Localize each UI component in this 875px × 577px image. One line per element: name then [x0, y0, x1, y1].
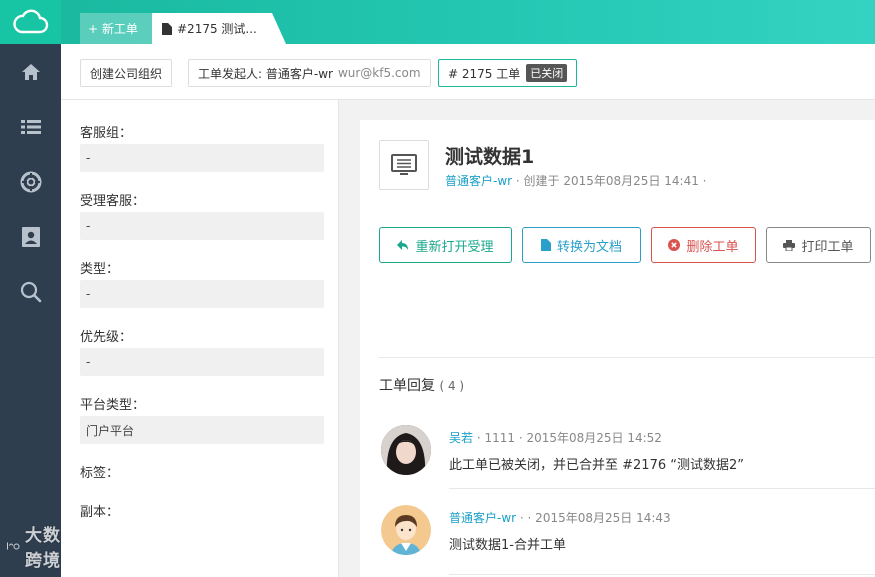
cloud-icon[interactable] [0, 0, 61, 44]
ticket-card: 测试数据1 普通客户-wr · 创建于 2015年08月25日 14:41 · … [360, 120, 875, 577]
print-label: 打印工单 [801, 239, 854, 255]
cc-label: 副本： [80, 505, 120, 520]
reopen-label: 重新打开受理 [415, 239, 494, 255]
replies-heading: 工单回复 ( 4 ) [379, 375, 464, 395]
contacts-icon[interactable] [0, 209, 61, 264]
org-button[interactable]: 创建公司组织 [80, 59, 173, 87]
watermark-text: 大数跨境 [25, 526, 61, 571]
delete-label: 删除工单 [686, 239, 739, 255]
reopen-button[interactable]: 重新打开受理 [379, 227, 512, 263]
list-icon[interactable] [0, 99, 61, 154]
reply-info: · 1111 · 2015年08月25日 14:52 [476, 431, 662, 445]
reply-divider [449, 488, 875, 489]
main-nav: 大数跨境 [0, 0, 61, 577]
agent-field[interactable]: - [80, 212, 324, 240]
reply-info: · · 2015年08月25日 14:43 [519, 511, 671, 525]
tab-bar: + 新工单 #2175 测试... [61, 0, 875, 44]
reply-author-link[interactable]: 普通客户-wr [449, 511, 516, 525]
ticket-number: # 2175 工单 [448, 66, 521, 81]
priority-label: 优先级： [80, 330, 133, 345]
convert-label: 转换为文档 [556, 239, 622, 255]
reply-author-link[interactable]: 吴若 [449, 431, 473, 445]
reply-meta: 吴若 · 1111 · 2015年08月25日 14:52 [449, 429, 662, 446]
ticket-properties: 客服组： - 受理客服： - 类型： - 优先级： - 平台类型： 门户平台 标… [61, 100, 339, 577]
agent-label: 受理客服： [80, 194, 146, 209]
reply-body: 此工单已被关闭，并已合并至 #2176 “测试数据2” [449, 458, 744, 473]
replies-count: ( 4 ) [439, 379, 465, 393]
ticket-title: 测试数据1 [445, 146, 535, 168]
platform-field[interactable]: 门户平台 [80, 416, 324, 444]
home-icon[interactable] [0, 44, 61, 99]
convert-to-doc-button[interactable]: 转换为文档 [522, 227, 641, 263]
print-icon [783, 239, 796, 251]
reply-body: 测试数据1-合并工单 [449, 538, 566, 553]
group-field[interactable]: - [80, 144, 324, 172]
divider [379, 357, 875, 358]
ticket-icon [379, 140, 429, 190]
print-button[interactable]: 打印工单 [766, 227, 871, 263]
platform-label: 平台类型： [80, 398, 146, 413]
new-ticket-tab[interactable]: + 新工单 [80, 13, 152, 44]
avatar[interactable] [381, 505, 431, 555]
document-icon [540, 239, 551, 251]
delete-icon [668, 239, 681, 251]
search-icon[interactable] [0, 264, 61, 319]
ticket-created: · 创建于 2015年08月25日 14:41 · [515, 174, 707, 188]
file-icon [162, 22, 172, 35]
type-label: 类型： [80, 262, 120, 277]
ticket-crumb[interactable]: # 2175 工单 已关闭 [438, 59, 578, 87]
breadcrumb: 创建公司组织 工单发起人: 普通客户-wr wur@kf5.com # 2175… [61, 44, 875, 100]
requester-email: wur@kf5.com [337, 66, 421, 80]
ticket-meta: 普通客户-wr · 创建于 2015年08月25日 14:41 · [445, 172, 706, 189]
group-label: 客服组： [80, 126, 133, 141]
status-badge: 已关闭 [526, 64, 568, 82]
tags-label: 标签： [80, 466, 120, 481]
delete-button[interactable]: 删除工单 [651, 227, 756, 263]
ticket-author-link[interactable]: 普通客户-wr [445, 174, 512, 188]
tab-ticket-2175[interactable]: #2175 测试... [152, 13, 286, 44]
requester-label: 工单发起人: 普通客户-wr [198, 66, 333, 81]
type-field[interactable]: - [80, 280, 324, 308]
priority-field[interactable]: - [80, 348, 324, 376]
ticket-main: 测试数据1 普通客户-wr · 创建于 2015年08月25日 14:41 · … [339, 100, 875, 577]
watermark: 大数跨境 [6, 521, 61, 571]
avatar[interactable] [381, 425, 431, 475]
replies-title: 工单回复 [379, 378, 435, 394]
tab-label: #2175 测试... [177, 22, 257, 36]
lifebuoy-icon[interactable] [0, 154, 61, 209]
watermark-logo-icon [7, 542, 20, 550]
reply-meta: 普通客户-wr · · 2015年08月25日 14:43 [449, 509, 671, 526]
requester-button[interactable]: 工单发起人: 普通客户-wr wur@kf5.com [188, 59, 431, 87]
reply-divider [449, 574, 875, 575]
reply-icon [397, 240, 409, 250]
